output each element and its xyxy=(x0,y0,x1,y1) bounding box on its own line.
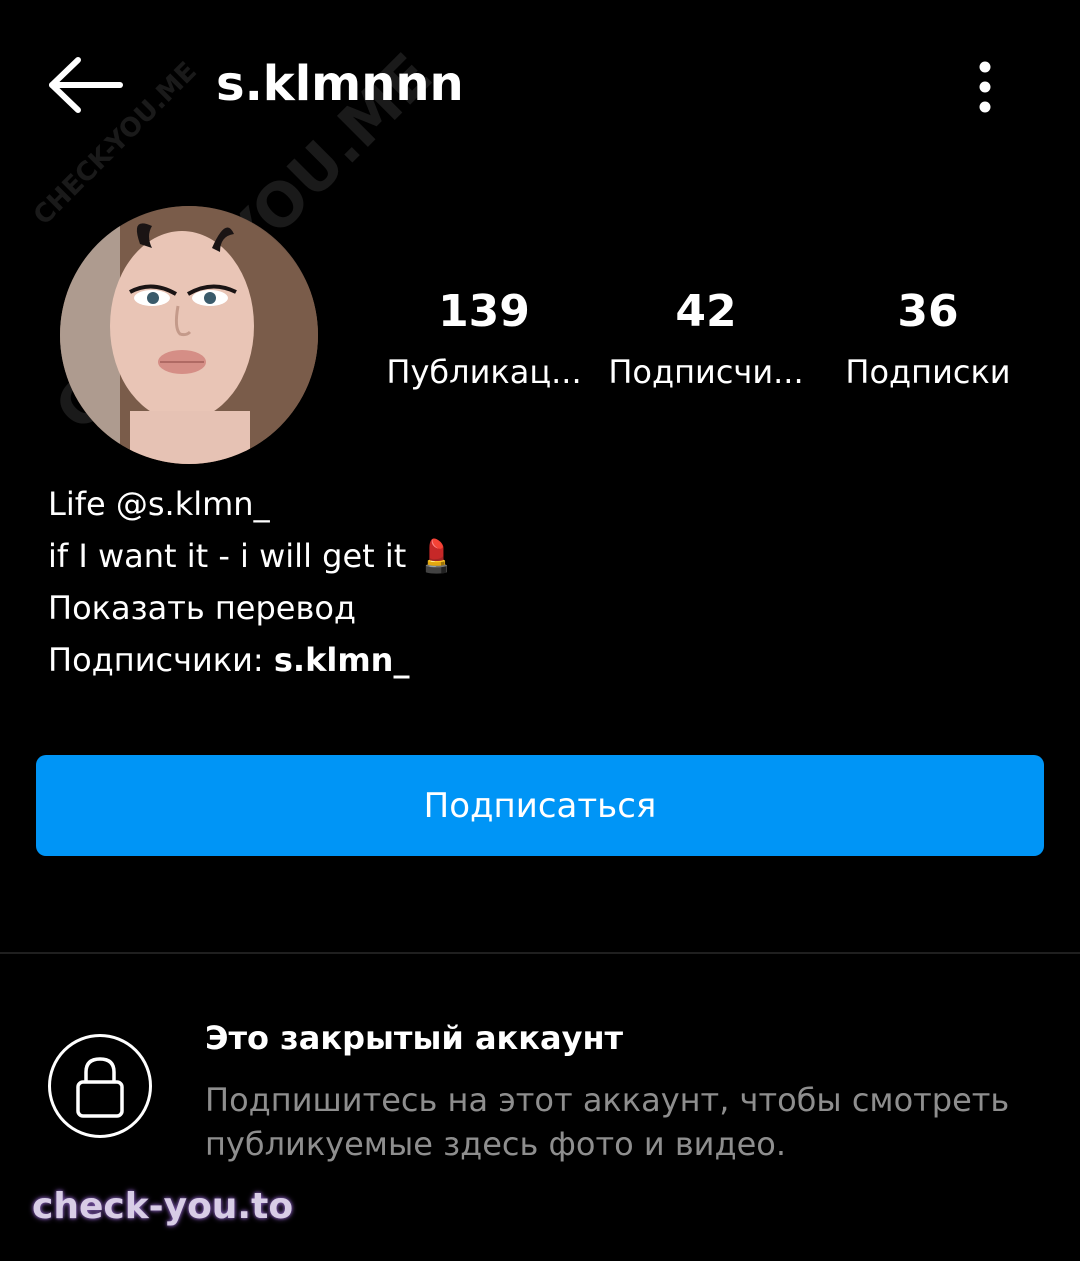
watermark-bottom: check-you.to xyxy=(32,1186,294,1227)
followed-by-prefix: Подписчики: xyxy=(48,641,274,679)
stat-following-count: 36 xyxy=(897,286,959,337)
stat-followers[interactable]: 42 Подписчи... xyxy=(586,282,826,402)
stat-following[interactable]: 36 Подписки xyxy=(808,282,1048,402)
stat-followers-count: 42 xyxy=(675,286,737,337)
more-options-button[interactable] xyxy=(960,55,1010,120)
show-translation-link[interactable]: Показать перевод xyxy=(48,582,456,634)
followed-by[interactable]: Подписчики: s.klmn_ xyxy=(48,634,456,686)
bio-line-1: Life @s.klmn_ xyxy=(48,485,270,523)
stat-following-label: Подписки xyxy=(845,353,1011,391)
lock-icon-circle xyxy=(48,1034,152,1138)
follow-button[interactable]: Подписаться xyxy=(36,755,1044,856)
followed-by-name: s.klmn_ xyxy=(273,641,410,679)
bio: Life @s.klmn_ if I want it - i will get … xyxy=(48,478,456,686)
stat-followers-label: Подписчи... xyxy=(608,353,804,391)
avatar-photo xyxy=(60,206,318,464)
private-account-title: Это закрытый аккаунт xyxy=(205,1019,624,1057)
back-button[interactable] xyxy=(40,50,130,120)
stat-posts[interactable]: 139 Публикац... xyxy=(364,282,604,402)
stat-posts-count: 139 xyxy=(438,286,530,337)
divider xyxy=(0,952,1080,954)
lock-icon xyxy=(76,1057,124,1118)
more-vertical-icon xyxy=(979,61,991,113)
arrow-left-icon xyxy=(49,57,123,113)
avatar[interactable] xyxy=(60,206,318,464)
private-account-description: Подпишитесь на этот аккаунт, чтобы смотр… xyxy=(205,1081,1010,1163)
bio-line-2: if I want it - i will get it 💄 xyxy=(48,537,457,575)
stat-posts-label: Публикац... xyxy=(386,353,582,391)
